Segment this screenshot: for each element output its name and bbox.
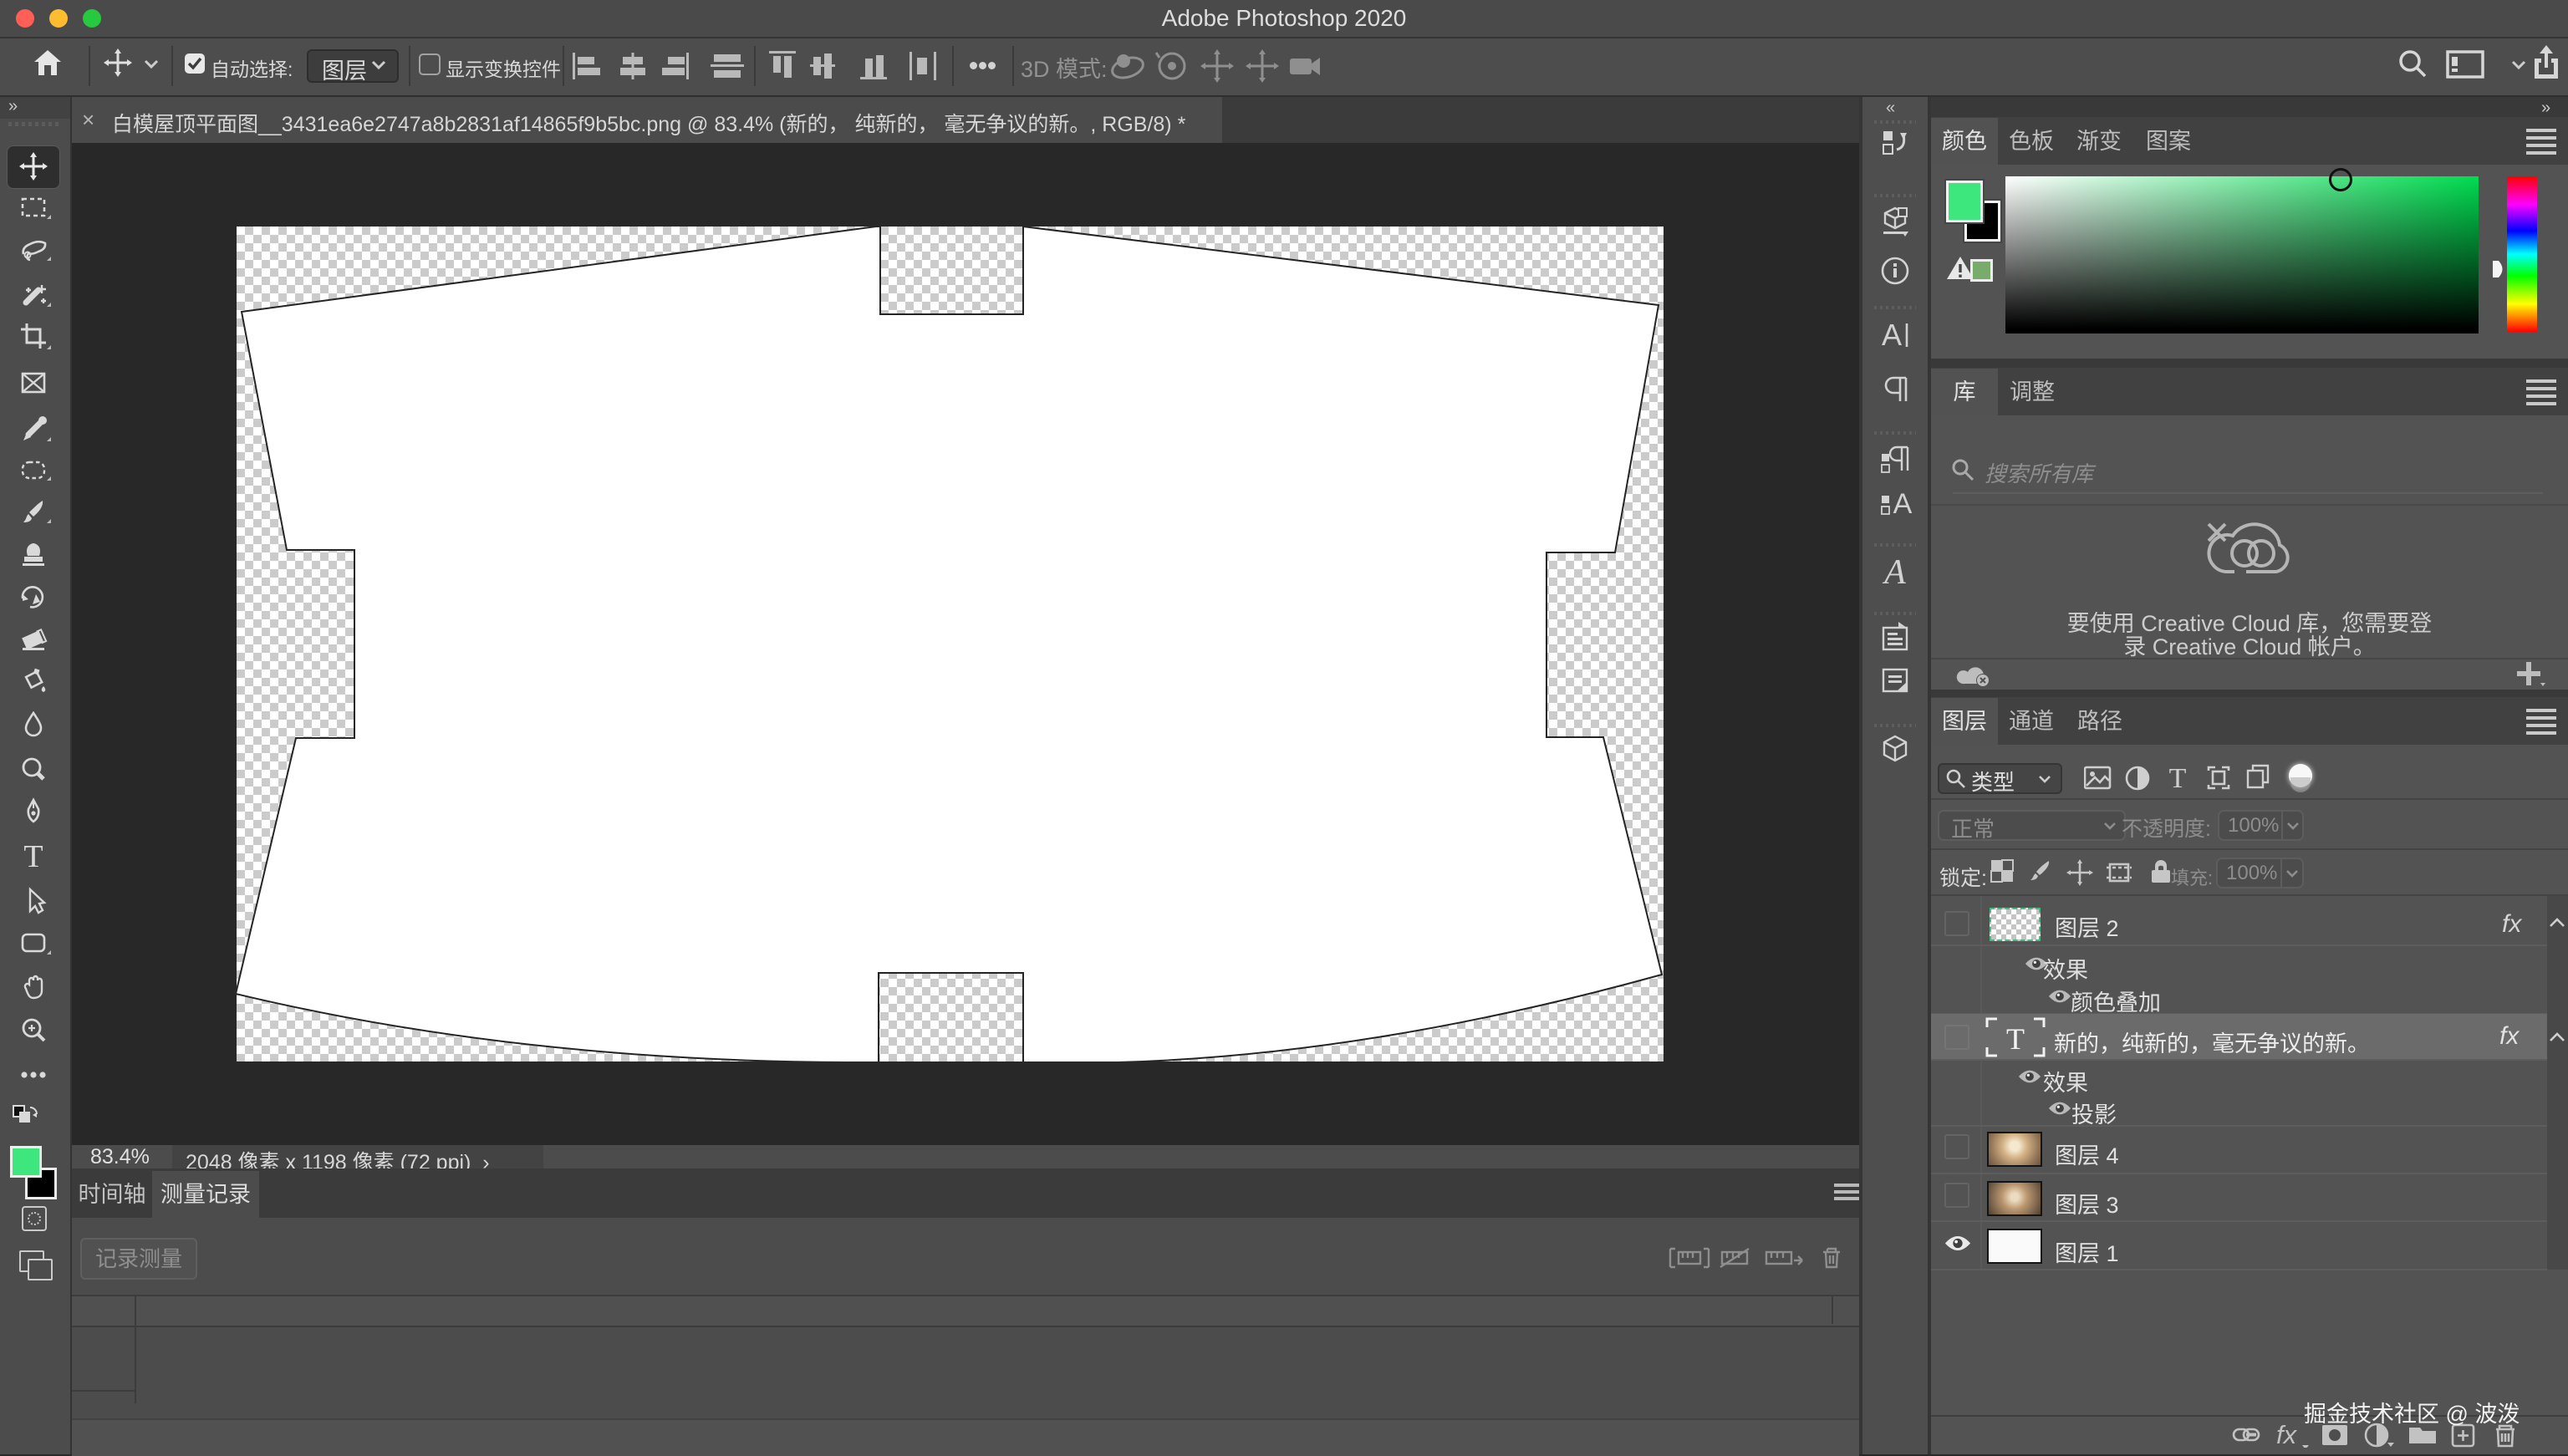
svg-text:T: T — [23, 839, 43, 874]
svg-text:A: A — [1882, 553, 1906, 592]
svg-text:T: T — [2006, 1022, 2025, 1056]
svg-text:A: A — [1893, 488, 1913, 520]
svg-text:T: T — [2169, 764, 2187, 792]
svg-text:fx: fx — [2276, 1423, 2298, 1448]
svg-text:A: A — [1882, 318, 1902, 352]
